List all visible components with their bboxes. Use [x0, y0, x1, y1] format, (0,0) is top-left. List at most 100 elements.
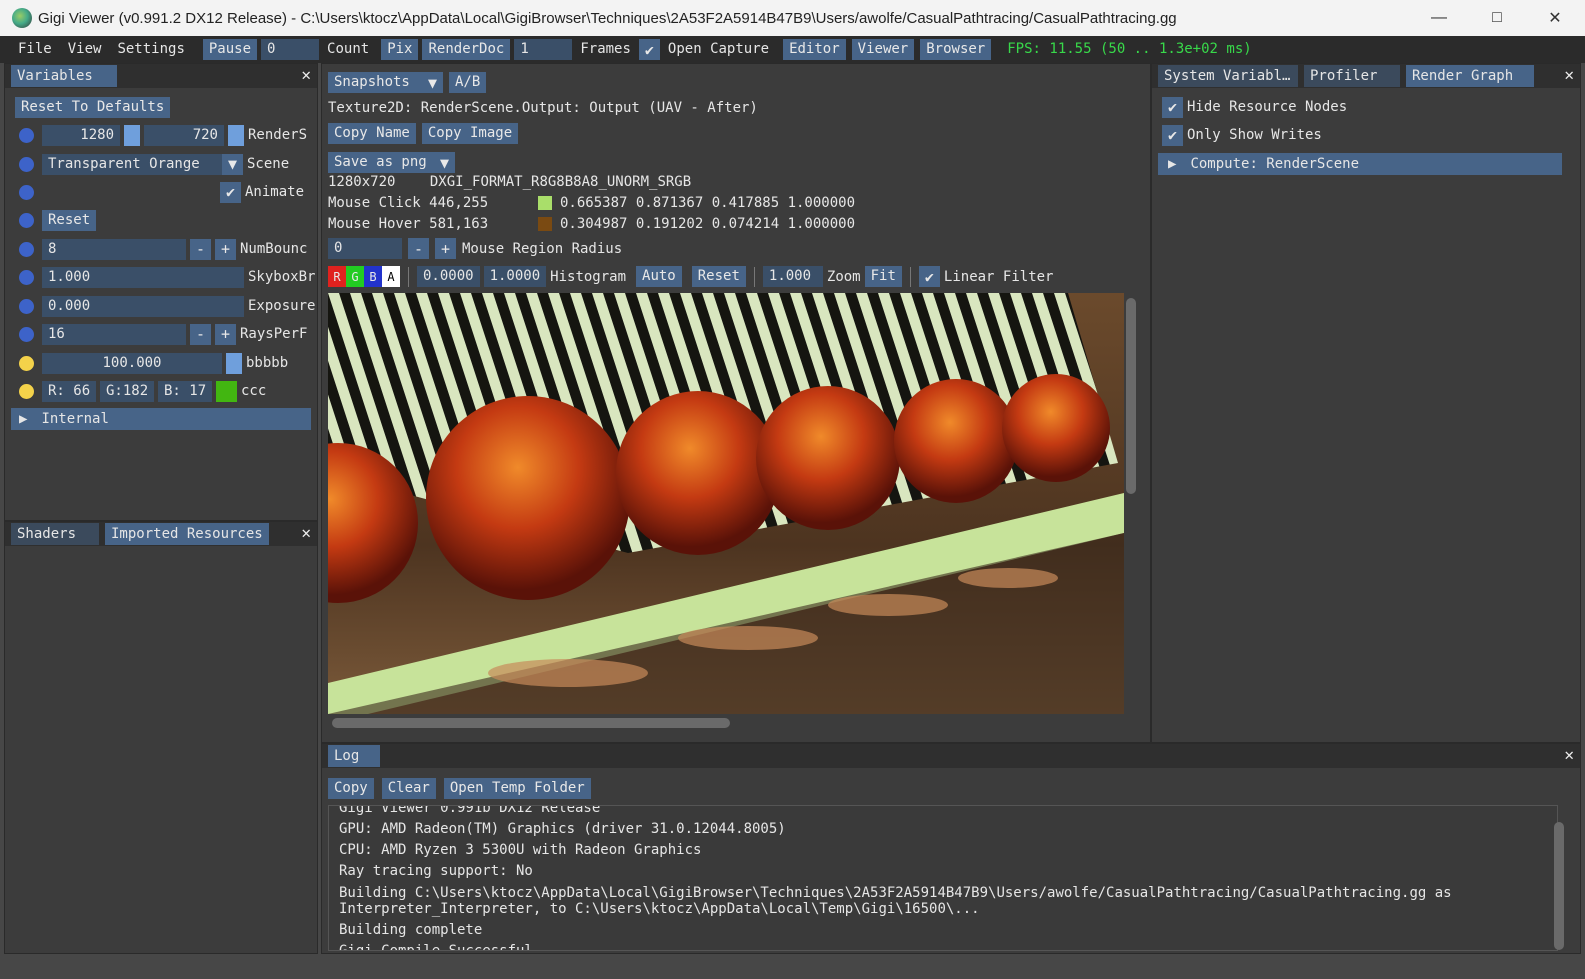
log-panel: Log ✕ Copy Clear Open Temp Folder Gigi V… [321, 743, 1581, 954]
editor-button[interactable]: Editor [783, 39, 846, 60]
histogram-max-input[interactable]: 1.0000 [483, 266, 547, 287]
texture-resolution: 1280x720 [328, 174, 396, 190]
close-icon[interactable]: ✕ [301, 523, 311, 542]
copy-name-button[interactable]: Copy Name [328, 123, 416, 144]
render-height-input[interactable]: 720 [144, 124, 224, 146]
close-icon[interactable]: ✕ [1564, 65, 1574, 84]
skybox-brightness-input[interactable]: 1.000 [42, 266, 244, 288]
right-tabbar: System Variabl… Profiler Render Graph ✕ [1152, 64, 1580, 88]
rays-minus-button[interactable]: - [190, 323, 211, 345]
pause-button[interactable]: Pause [202, 39, 258, 60]
mouse-region-radius-input[interactable]: 0 [328, 238, 402, 259]
shaders-tabbar: Shaders Imported Resources ✕ [5, 522, 317, 546]
ccc-g-input[interactable]: G:182 [100, 380, 154, 402]
auto-button[interactable]: Auto [636, 266, 682, 287]
tab-variables[interactable]: Variables [11, 65, 117, 87]
chevron-down-icon[interactable]: ▼ [434, 152, 455, 173]
variable-dot-icon [19, 156, 34, 172]
render-width-input[interactable]: 1280 [42, 124, 120, 146]
chevron-down-icon[interactable]: ▼ [222, 153, 243, 175]
mouse-click-readout: Mouse Click 446,255 [328, 195, 489, 211]
tab-log[interactable]: Log [328, 745, 380, 767]
vertical-scrollbar[interactable] [1126, 298, 1136, 494]
tab-profiler[interactable]: Profiler [1304, 65, 1400, 87]
num-bounces-plus-button[interactable]: + [215, 238, 236, 260]
tab-shaders[interactable]: Shaders [11, 523, 99, 545]
copy-image-button[interactable]: Copy Image [421, 123, 519, 144]
channel-g-toggle[interactable]: G [346, 266, 364, 287]
log-line: Ray tracing support: No [339, 863, 533, 879]
rays-plus-button[interactable]: + [215, 323, 236, 345]
close-window-icon[interactable]: ✕ [1526, 0, 1584, 36]
fit-button[interactable]: Fit [864, 266, 902, 287]
num-bounces-minus-button[interactable]: - [190, 238, 211, 260]
channel-a-toggle[interactable]: A [382, 266, 400, 287]
browser-button[interactable]: Browser [920, 39, 992, 60]
ccc-b-input[interactable]: B: 17 [158, 380, 212, 402]
channel-r-toggle[interactable]: R [328, 266, 346, 287]
app-icon [12, 8, 32, 28]
scene-select[interactable]: Transparent Orange [42, 153, 222, 175]
pix-button[interactable]: Pix [381, 39, 419, 60]
only-show-writes-label: Only Show Writes [1187, 127, 1322, 143]
minimize-icon[interactable]: — [1410, 0, 1468, 36]
ccc-color-swatch[interactable] [216, 380, 237, 402]
variable-dot-icon [19, 241, 34, 257]
animate-checkbox[interactable]: ✔ [220, 181, 241, 203]
open-temp-folder-button[interactable]: Open Temp Folder [443, 778, 591, 799]
horizontal-scrollbar[interactable] [332, 718, 730, 728]
log-line: GPU: AMD Radeon(TM) Graphics (driver 31.… [339, 821, 786, 837]
renderdoc-button[interactable]: RenderDoc [422, 39, 511, 60]
texture-viewer-panel: Snapshots ▼ A/B Texture2D: RenderScene.O… [321, 63, 1151, 743]
log-output[interactable]: Gigi Viewer 0.991b DX12 Release GPU: AMD… [328, 805, 1558, 951]
save-as-png-dropdown[interactable]: Save as png [328, 152, 434, 173]
histogram-reset-button[interactable]: Reset [691, 266, 746, 287]
zoom-input[interactable]: 1.000 [762, 266, 823, 287]
close-icon[interactable]: ✕ [301, 65, 311, 84]
histogram-min-input[interactable]: 0.0000 [417, 266, 480, 287]
linear-filter-checkbox[interactable]: ✔ [918, 266, 940, 287]
ccc-r-input[interactable]: R: 66 [42, 380, 96, 402]
ab-button[interactable]: A/B [449, 72, 487, 93]
ccc-label: ccc [241, 383, 267, 399]
only-show-writes-checkbox[interactable]: ✔ [1162, 124, 1183, 146]
log-scrollbar[interactable] [1554, 822, 1564, 950]
chevron-down-icon[interactable]: ▼ [422, 72, 443, 93]
log-copy-button[interactable]: Copy [328, 778, 374, 799]
pause-frames-input[interactable]: 0 [261, 39, 320, 60]
log-line: CPU: AMD Ryzen 3 5300U with Radeon Graph… [339, 842, 702, 858]
close-icon[interactable]: ✕ [1564, 745, 1574, 764]
mouse-hover-readout: Mouse Hover 581,163 [328, 216, 489, 232]
region-plus-button[interactable]: + [435, 238, 456, 259]
bbbbb-input[interactable]: 100.000 [42, 352, 222, 374]
render-width-color-swatch[interactable] [124, 124, 140, 146]
fps-readout: FPS: 11.55 (50 .. 1.3e+02 ms) [1007, 41, 1252, 57]
internal-group[interactable]: Internal [41, 411, 108, 427]
maximize-icon[interactable]: □ [1468, 0, 1526, 36]
reset-button[interactable]: Reset [42, 209, 97, 231]
log-clear-button[interactable]: Clear [381, 778, 436, 799]
frames-input[interactable]: 1 [514, 39, 573, 60]
tab-imported-resources[interactable]: Imported Resources [105, 523, 269, 545]
divider [408, 266, 409, 287]
open-capture-checkbox[interactable]: ✔ [638, 39, 660, 60]
tab-render-graph[interactable]: Render Graph [1406, 65, 1534, 87]
menu-settings[interactable]: Settings [109, 38, 192, 61]
bbbbb-color-swatch[interactable] [226, 352, 242, 374]
region-minus-button[interactable]: - [408, 238, 429, 259]
viewer-button[interactable]: Viewer [851, 39, 915, 60]
rays-per-frame-input[interactable]: 16 [42, 323, 186, 345]
num-bounces-input[interactable]: 8 [42, 238, 186, 260]
tab-system-variables[interactable]: System Variabl… [1158, 65, 1298, 87]
render-output-image[interactable] [328, 293, 1124, 714]
snapshots-dropdown[interactable]: Snapshots [328, 72, 426, 93]
render-height-color-swatch[interactable] [228, 124, 244, 146]
log-tabbar: Log ✕ [322, 744, 1580, 768]
menu-file[interactable]: File [10, 38, 60, 61]
reset-defaults-button[interactable]: Reset To Defaults [15, 96, 171, 118]
compute-render-scene-node[interactable]: Compute: RenderScene [1190, 156, 1359, 172]
menu-view[interactable]: View [60, 38, 110, 61]
channel-b-toggle[interactable]: B [364, 266, 382, 287]
hide-resource-nodes-checkbox[interactable]: ✔ [1162, 96, 1183, 118]
exposure-input[interactable]: 0.000 [42, 295, 244, 317]
